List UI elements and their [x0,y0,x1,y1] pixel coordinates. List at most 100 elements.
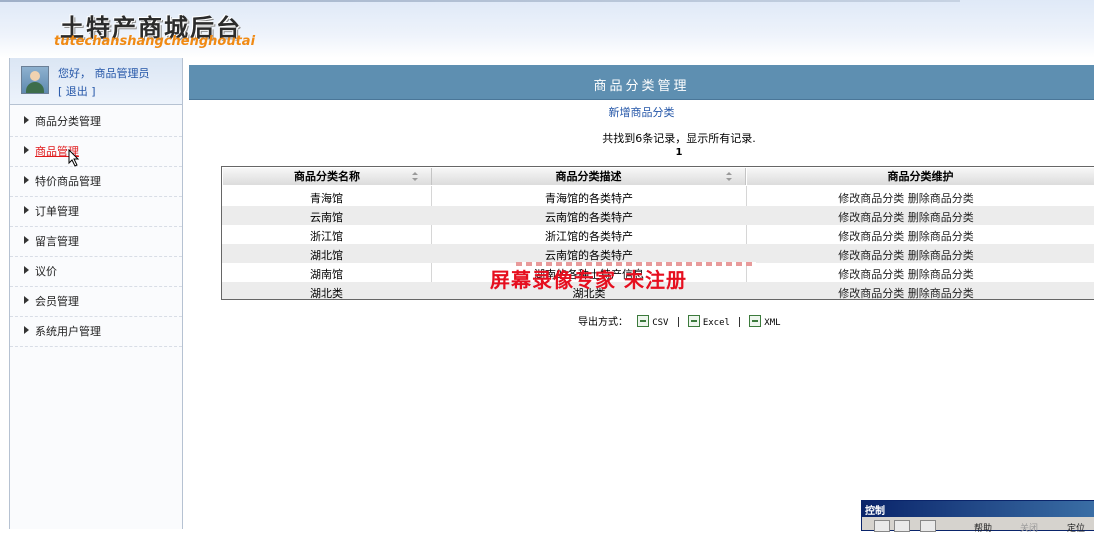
column-header-label: 商品分类名称 [294,170,360,183]
sidebar-item-label: 议价 [35,265,57,278]
row-actions: 修改商品分类 删除商品分类 [746,285,1066,299]
arrow-right-icon [24,176,29,184]
export-excel-link[interactable]: Excel [687,315,730,328]
sidebar-item-orders[interactable]: 订单管理 [10,196,182,227]
control-window: 控制 帮助 关闭 定位 [861,500,1094,534]
edit-category-link[interactable]: 修改商品分类 [838,268,904,281]
delete-category-link[interactable]: 删除商品分类 [908,268,974,281]
sort-icon[interactable] [726,172,732,181]
row-actions: 修改商品分类 删除商品分类 [746,190,1066,206]
separator [677,317,679,327]
export-bar: 导出方式： CSV Excel XML [578,313,781,328]
delete-category-link[interactable]: 删除商品分类 [908,192,974,205]
edit-category-link[interactable]: 修改商品分类 [838,230,904,243]
control-help-button[interactable]: 帮助 [974,521,992,534]
control-window-title: 控制 [865,506,885,517]
page-number[interactable]: 1 [189,147,1094,158]
row-actions: 修改商品分类 删除商品分类 [746,228,1066,244]
edit-category-link[interactable]: 修改商品分类 [838,249,904,262]
sidebar-item-label: 留言管理 [35,235,79,248]
sidebar: 您好， 商品管理员 [ 退出 ] 商品分类管理 商品管理 特价商品管理 订单管理… [9,58,183,529]
page-title: 商品分类管理 [593,79,690,94]
arrow-right-icon [24,326,29,334]
top-border [0,0,960,2]
add-category-label: 新增商品分类 [608,106,675,119]
category-description: 浙江馆的各类特产 [545,230,633,243]
category-name: 湖北馆 [310,249,343,262]
export-csv-label: CSV [652,318,669,328]
control-toggle-button[interactable] [874,520,890,532]
export-label: 导出方式： [578,317,628,328]
arrow-right-icon [24,296,29,304]
user-panel: 您好， 商品管理员 [ 退出 ] [10,58,182,105]
avatar [21,66,49,94]
sidebar-item-category[interactable]: 商品分类管理 [10,106,182,137]
sidebar-item-label: 系统用户管理 [35,325,101,338]
watermark-text: 屏幕录像专家 未注册 [490,268,687,292]
sidebar-item-members[interactable]: 会员管理 [10,286,182,317]
sidebar-item-products[interactable]: 商品管理 [10,136,182,167]
edit-category-link[interactable]: 修改商品分类 [838,192,904,205]
category-description: 云南馆的各类特产 [545,211,633,224]
sidebar-item-label: 会员管理 [35,295,79,308]
delete-category-link[interactable]: 删除商品分类 [908,230,974,243]
table-row: 湖北馆 云南馆的各类特产 修改商品分类 删除商品分类 [222,244,1094,263]
column-header-description[interactable]: 商品分类描述 [432,168,746,185]
record-summary: 共找到6条记录，显示所有记录. [602,132,756,145]
control-toggle-button[interactable] [920,520,936,532]
export-excel-label: Excel [702,318,730,328]
category-name: 青海馆 [310,192,343,205]
control-close-button[interactable]: 关闭 [1020,521,1038,534]
category-name: 云南馆 [310,211,343,224]
logo-subtitle: tutechanshangchenghoutai [54,34,256,49]
delete-category-link[interactable]: 删除商品分类 [908,249,974,262]
table-row: 浙江馆 浙江馆的各类特产 修改商品分类 删除商品分类 [222,225,1094,244]
xml-icon [749,315,762,327]
export-xml-link[interactable]: XML [749,315,781,328]
sort-icon[interactable] [412,172,418,181]
page-title-bar: 商品分类管理 [189,65,1094,100]
separator [739,317,741,327]
category-name: 浙江馆 [310,230,343,243]
row-actions: 修改商品分类 删除商品分类 [746,209,1066,225]
category-name: 湖南馆 [310,268,343,281]
sidebar-item-label: 订单管理 [35,205,79,218]
delete-category-link[interactable]: 删除商品分类 [908,287,974,299]
mouse-cursor-icon [68,149,80,167]
category-description: 青海馆的各类特产 [545,192,633,205]
row-actions: 修改商品分类 删除商品分类 [746,247,1066,263]
sidebar-item-label: 特价商品管理 [35,175,101,188]
control-locate-button[interactable]: 定位 [1067,521,1085,534]
delete-category-link[interactable]: 删除商品分类 [908,211,974,224]
arrow-right-icon [24,206,29,214]
column-header-actions: 商品分类维护 [747,168,1094,185]
table-row: 青海馆 青海馆的各类特产 修改商品分类 删除商品分类 [222,187,1094,206]
table-row: 云南馆 云南馆的各类特产 修改商品分类 删除商品分类 [222,206,1094,225]
column-header-name[interactable]: 商品分类名称 [223,168,432,185]
sidebar-item-messages[interactable]: 留言管理 [10,226,182,257]
arrow-right-icon [24,116,29,124]
csv-icon [637,315,650,327]
sidebar-item-special-products[interactable]: 特价商品管理 [10,166,182,197]
arrow-right-icon [24,236,29,244]
edit-category-link[interactable]: 修改商品分类 [838,211,904,224]
edit-category-link[interactable]: 修改商品分类 [838,287,904,299]
sidebar-item-bargain[interactable]: 议价 [10,256,182,287]
sidebar-item-label: 商品分类管理 [35,115,101,128]
arrow-right-icon [24,146,29,154]
category-name: 湖北类 [310,287,343,300]
category-description: 云南馆的各类特产 [545,249,633,262]
row-actions: 修改商品分类 删除商品分类 [746,266,1066,282]
control-toggle-button[interactable] [894,520,910,532]
arrow-right-icon [24,266,29,274]
excel-icon [687,315,700,327]
control-window-titlebar[interactable]: 控制 [862,501,1094,517]
sidebar-item-system-users[interactable]: 系统用户管理 [10,316,182,347]
export-xml-label: XML [764,318,781,328]
column-header-label: 商品分类描述 [555,170,622,183]
export-csv-link[interactable]: CSV [637,315,668,328]
logout-link[interactable]: [ 退出 ] [58,83,96,99]
header-banner: 土特产商城后台 tutechanshangchenghoutai [0,0,1094,58]
user-greeting: 您好， 商品管理员 [58,67,150,80]
add-category-link[interactable]: 新增商品分类 [189,104,1094,120]
